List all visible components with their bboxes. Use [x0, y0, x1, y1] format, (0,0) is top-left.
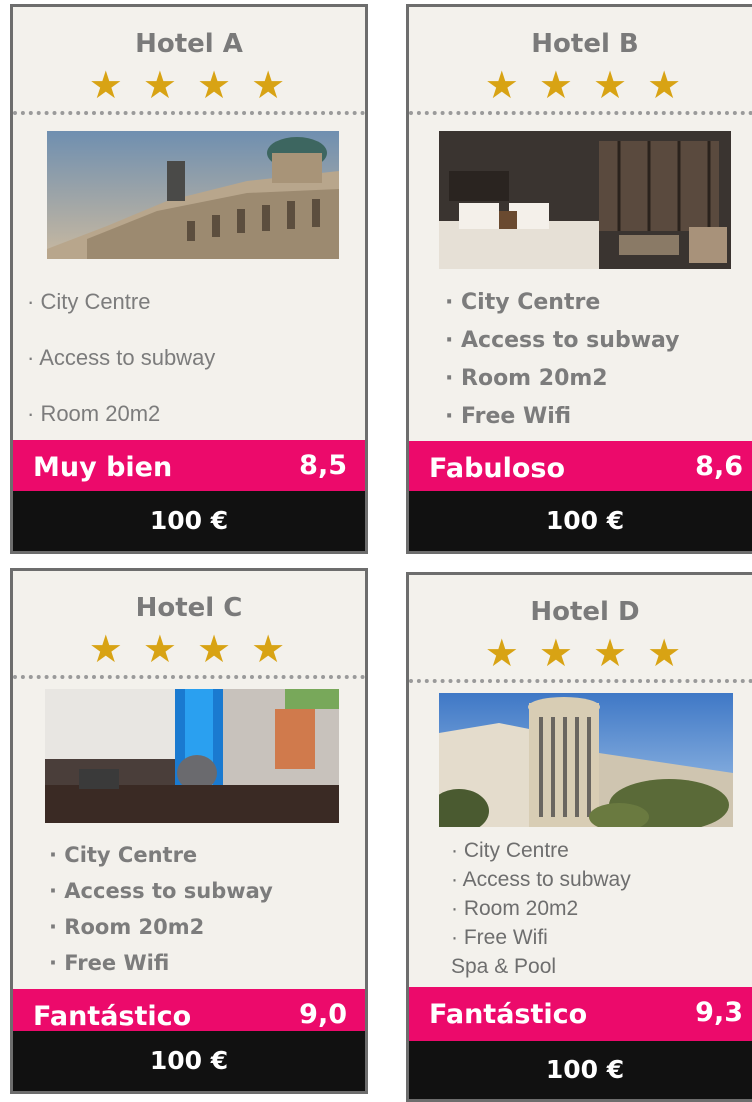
star-rating-icon: ★ ★ ★ ★ [484, 63, 686, 107]
rating-bar: Fantástico 9,3 [409, 987, 752, 1045]
hotel-card-b[interactable]: Hotel B ★ ★ ★ ★ · City Centre · Access t… [406, 4, 752, 554]
rating-score: 8,6 [695, 451, 743, 482]
dotted-divider [13, 675, 365, 679]
list-item: · City Centre [445, 290, 601, 315]
list-item: Spa & Pool [451, 955, 557, 978]
list-item: · City Centre [451, 839, 569, 862]
feature-list: · City Centre · Access to subway · Room … [409, 839, 752, 984]
list-item: · Room 20m2 [445, 366, 608, 391]
dotted-divider [409, 679, 752, 683]
list-item: · Free Wifi [445, 404, 572, 429]
hotel-name: Hotel C [135, 593, 243, 623]
list-item: · Room 20m2 [451, 897, 579, 920]
price-bar[interactable]: 100 € [409, 1041, 752, 1099]
price-bar[interactable]: 100 € [409, 491, 752, 551]
rating-label: Fantástico [429, 999, 588, 1030]
hotel-name: Hotel B [531, 29, 639, 59]
list-item: · Access to subway [49, 879, 273, 903]
list-item: · Room 20m2 [49, 915, 205, 939]
hotel-name: Hotel D [530, 597, 640, 627]
rating-score: 9,0 [299, 999, 347, 1030]
list-item: · Access to subway [451, 868, 631, 891]
dotted-divider [13, 111, 365, 115]
rating-score: 9,3 [695, 997, 743, 1028]
list-item: · Access to subway [27, 345, 216, 370]
list-item: · City Centre [49, 843, 198, 867]
feature-list: · City Centre · Access to subway · Room … [13, 289, 365, 457]
rating-score: 8,5 [299, 450, 347, 481]
hotel-name: Hotel A [135, 29, 243, 59]
feature-list: · City Centre · Access to subway · Room … [13, 843, 365, 987]
star-rating-icon: ★ ★ ★ ★ [88, 63, 290, 107]
dotted-divider [409, 111, 752, 115]
feature-list: · City Centre · Access to subway · Room … [409, 290, 752, 442]
list-item: · City Centre [27, 289, 151, 314]
hotel-photo [45, 689, 339, 823]
list-item: · Free Wifi [49, 951, 170, 975]
hotel-card-d[interactable]: Hotel D ★ ★ ★ ★ · City Centre · Access t… [406, 572, 752, 1102]
list-item: · Access to subway [445, 328, 680, 353]
price-bar[interactable]: 100 € [13, 1031, 365, 1091]
star-rating-icon: ★ ★ ★ ★ [88, 627, 290, 671]
price-bar[interactable]: 100 € [13, 491, 365, 551]
rating-label: Muy bien [33, 452, 173, 483]
hotel-card-c[interactable]: Hotel C ★ ★ ★ ★ · City Centre · Access t… [10, 568, 368, 1094]
list-item: · Free Wifi [451, 926, 548, 949]
hotel-photo [439, 693, 733, 827]
hotel-photo [47, 131, 339, 259]
rating-bar: Muy bien 8,5 [13, 440, 365, 498]
rating-label: Fabuloso [429, 453, 566, 484]
hotel-card-a[interactable]: Hotel A ★ ★ ★ ★ · City Centre · Access t… [10, 4, 368, 554]
star-rating-icon: ★ ★ ★ ★ [484, 631, 686, 675]
rating-label: Fantástico [33, 1001, 192, 1032]
hotel-photo [439, 131, 731, 269]
